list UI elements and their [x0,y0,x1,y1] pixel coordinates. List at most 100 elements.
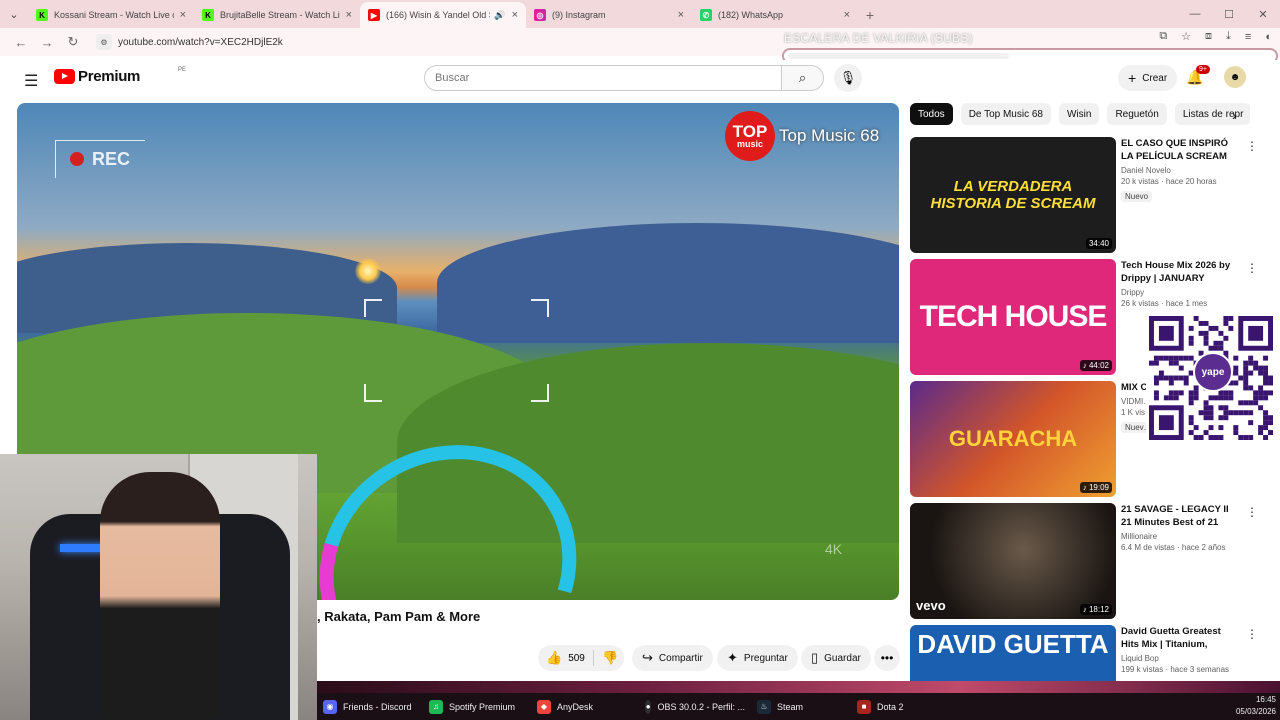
mic-icon: 🎙 [839,70,857,85]
tab-youtube[interactable]: ▶ (166) Wisin & Yandel Old S 🔊 × [360,2,526,28]
system-clock[interactable]: 16:45 05/03/2026 [1236,694,1276,718]
more-actions-button[interactable]: ••• [874,645,900,671]
chip-channel[interactable]: De Top Music 68 [960,103,1051,125]
tab-search-icon[interactable]: ⌄ [0,0,28,28]
close-icon[interactable]: × [180,9,186,21]
list-item[interactable]: DAVID GUETTA David Guetta Greatest Hits … [910,625,1260,681]
qr-module [1263,375,1269,381]
cast-icon[interactable]: ⧉ [1159,30,1167,43]
watermark-channel: Top Music 68 [779,126,880,145]
ask-button[interactable]: ✦ Preguntar [717,645,798,671]
qr-module [1228,316,1234,321]
tab-title: BrujitaBelle Stream - Watch Liv [220,10,340,20]
list-item[interactable]: vevo ♪ 18:12 21 SAVAGE - LEGACY II 21 Mi… [910,503,1260,619]
kebab-menu-icon[interactable]: ⋮ [1246,627,1258,641]
sun [355,258,381,284]
taskbar-steam[interactable]: ♨ Steam [751,693,851,720]
tab-title: (9) Instagram [552,10,606,20]
instagram-icon: ◎ [534,9,546,21]
channel-name[interactable]: Millionaire [1121,532,1241,541]
notifications-button[interactable]: 🔔 9+ [1186,65,1210,86]
kebab-menu-icon[interactable]: ⋮ [1246,139,1258,153]
qr-module [1268,375,1273,381]
like-button[interactable]: 👍 509 [538,650,594,666]
youtube-premium-logo[interactable]: Premium PE [54,67,186,85]
search-icon: ⌕ [798,70,807,85]
channel-name[interactable]: Drippy [1121,288,1241,297]
taskbar-spotify[interactable]: ♫ Spotify Premium [423,693,531,720]
tab-kossani[interactable]: K Kossani Stream - Watch Live o × [28,2,194,28]
create-button[interactable]: + Crear [1118,65,1178,91]
close-icon[interactable]: × [512,9,518,21]
forward-icon[interactable]: → [34,29,60,55]
list-item[interactable]: LA VERDADERA HISTORIA DE SCREAM 34:40 EL… [910,137,1260,253]
reload-icon[interactable]: ↻ [60,29,86,55]
video-title[interactable]: Tech House Mix 2026 by Drippy | JANUARY … [1121,259,1241,285]
taskbar-dota[interactable]: ■ Dota 2 [851,693,941,720]
dislike-button[interactable]: 👎 [594,650,618,666]
taskbar-anydesk[interactable]: ◆ AnyDesk [531,693,639,720]
chip-todos[interactable]: Todos [910,103,953,125]
tab-brujitabelle[interactable]: K BrujitaBelle Stream - Watch Liv × [194,2,360,28]
video-thumbnail[interactable]: TECH HOUSE ♪ 44:02 [910,259,1116,375]
close-window-icon[interactable]: ✕ [1246,0,1280,28]
qr-module [1238,375,1244,381]
download-icon[interactable]: ⤓ [1226,30,1231,43]
qr-module [1263,380,1269,386]
video-thumbnail[interactable]: LA VERDADERA HISTORIA DE SCREAM 34:40 [910,137,1116,253]
qr-module [1178,365,1184,371]
qr-module [1203,415,1209,421]
close-icon[interactable]: × [678,9,684,21]
bookmark-icon: ▯ [811,650,819,665]
qr-module [1153,395,1159,401]
chip-playlists[interactable]: Listas de repr [1174,103,1250,125]
chip-wisin[interactable]: Wisin [1058,103,1100,125]
ask-group: ✦ Preguntar [717,645,798,671]
video-thumbnail[interactable]: GUARACHA ♪ 19:09 [910,381,1116,497]
menu-icon[interactable]: ☰ [24,71,38,91]
save-button[interactable]: ▯ Guardar [801,645,871,671]
video-title[interactable]: 21 SAVAGE - LEGACY II 21 Minutes Best of… [1121,503,1241,529]
anydesk-icon: ◆ [537,699,551,714]
taskbar-obs[interactable]: ● OBS 30.0.2 - Perfil: ... [639,693,751,720]
channel-name[interactable]: Liquid Bop [1121,654,1241,663]
chevron-right-icon[interactable]: › [1232,107,1237,123]
media-icon[interactable]: ≡ [1245,31,1251,43]
profile-icon[interactable]: ◐ [1265,31,1272,43]
search-button[interactable]: ⌕ [782,65,824,91]
kebab-menu-icon[interactable]: ⋮ [1246,261,1258,275]
tab-instagram[interactable]: ◎ (9) Instagram × [526,2,692,28]
speaker-icon[interactable]: 🔊 [494,10,505,21]
url-field[interactable]: ⚙ youtube.com/watch?v=XEC2HDjlE2k [96,31,776,53]
close-icon[interactable]: × [346,9,352,21]
video-thumbnail[interactable]: DAVID GUETTA [910,625,1116,681]
kebab-menu-icon[interactable]: ⋮ [1246,505,1258,519]
video-thumbnail[interactable]: vevo ♪ 18:12 [910,503,1116,619]
qr-module [1208,345,1214,351]
new-tab-button[interactable]: + [858,2,882,28]
maximize-icon[interactable]: ☐ [1212,0,1246,28]
qr-module [1263,435,1269,440]
back-icon[interactable]: ← [8,29,34,55]
search-input[interactable]: Buscar [424,65,782,91]
youtube-play-icon [54,69,75,84]
chip-regueton[interactable]: Reguetón [1107,103,1167,125]
duration-badge: ♪ 19:09 [1079,482,1112,493]
video-title[interactable]: EL CASO QUE INSPIRÓ LA PELÍCULA SCREAM 🔪 [1121,137,1241,163]
close-icon[interactable]: × [844,9,850,21]
taskbar: ◉ Friends - Discord ♫ Spotify Premium ◆ … [317,693,1280,720]
stream-goal-title: ESCALERA DE VALKIRIA (SUBS) [784,31,973,45]
channel-name[interactable]: Daniel Novelo [1121,166,1241,175]
avatar[interactable]: ☻ [1224,66,1246,88]
video-title[interactable]: David Guetta Greatest Hits Mix | Titaniu… [1121,625,1241,651]
taskbar-discord[interactable]: ◉ Friends - Discord [317,693,423,720]
minimize-icon[interactable]: — [1178,0,1212,28]
qr-module [1263,410,1269,416]
site-info-icon[interactable]: ⚙ [96,34,112,50]
tab-whatsapp[interactable]: ✆ (182) WhatsApp × [692,2,858,28]
bookmark-star-icon[interactable]: ☆ [1181,30,1191,43]
share-button[interactable]: ↪ Compartir [632,645,713,671]
qr-module [1188,355,1194,361]
extensions-icon[interactable]: ⧈ [1205,30,1212,43]
voice-search-button[interactable]: 🎙 [834,64,862,92]
